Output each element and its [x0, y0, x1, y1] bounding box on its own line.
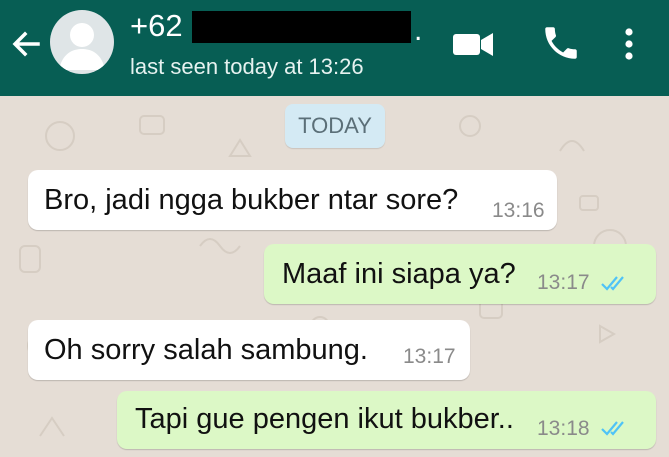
last-seen-status: last seen today at 13:26 — [130, 54, 364, 79]
message-text: Maaf ini siapa ya? — [282, 258, 516, 290]
message-text: Tapi gue pengen ikut bukber.. — [135, 403, 514, 435]
message-bubble-outgoing[interactable]: Maaf ini siapa ya? 13:17 — [264, 244, 656, 304]
video-call-icon[interactable] — [450, 26, 496, 62]
message-bubble-incoming[interactable]: Bro, jadi ngga bukber ntar sore? 13:16 — [28, 170, 557, 230]
message-text: Oh sorry salah sambung. — [44, 334, 368, 366]
contact-name-suffix: . — [414, 14, 423, 47]
redaction-block — [192, 11, 411, 43]
message-bubble-outgoing[interactable]: Tapi gue pengen ikut bukber.. 13:18 — [117, 391, 656, 449]
phone-icon[interactable] — [540, 22, 582, 64]
avatar[interactable] — [50, 10, 114, 74]
read-ticks-icon — [600, 274, 630, 292]
date-chip: TODAY — [285, 104, 385, 148]
message-time: 13:16 — [492, 199, 545, 222]
more-vert-icon[interactable] — [616, 24, 642, 64]
arrow-left-icon[interactable] — [8, 26, 44, 62]
default-avatar-icon — [59, 23, 105, 70]
message-time: 13:18 — [537, 417, 590, 440]
message-time: 13:17 — [403, 345, 456, 368]
message-time: 13:17 — [537, 271, 590, 294]
message-bubble-incoming[interactable]: Oh sorry salah sambung. 13:17 — [28, 320, 470, 380]
read-ticks-icon — [600, 419, 630, 437]
chat-header: +62 . last seen today at 13:26 — [0, 0, 669, 96]
contact-name[interactable]: +62 — [130, 8, 183, 44]
message-text: Bro, jadi ngga bukber ntar sore? — [44, 184, 459, 216]
